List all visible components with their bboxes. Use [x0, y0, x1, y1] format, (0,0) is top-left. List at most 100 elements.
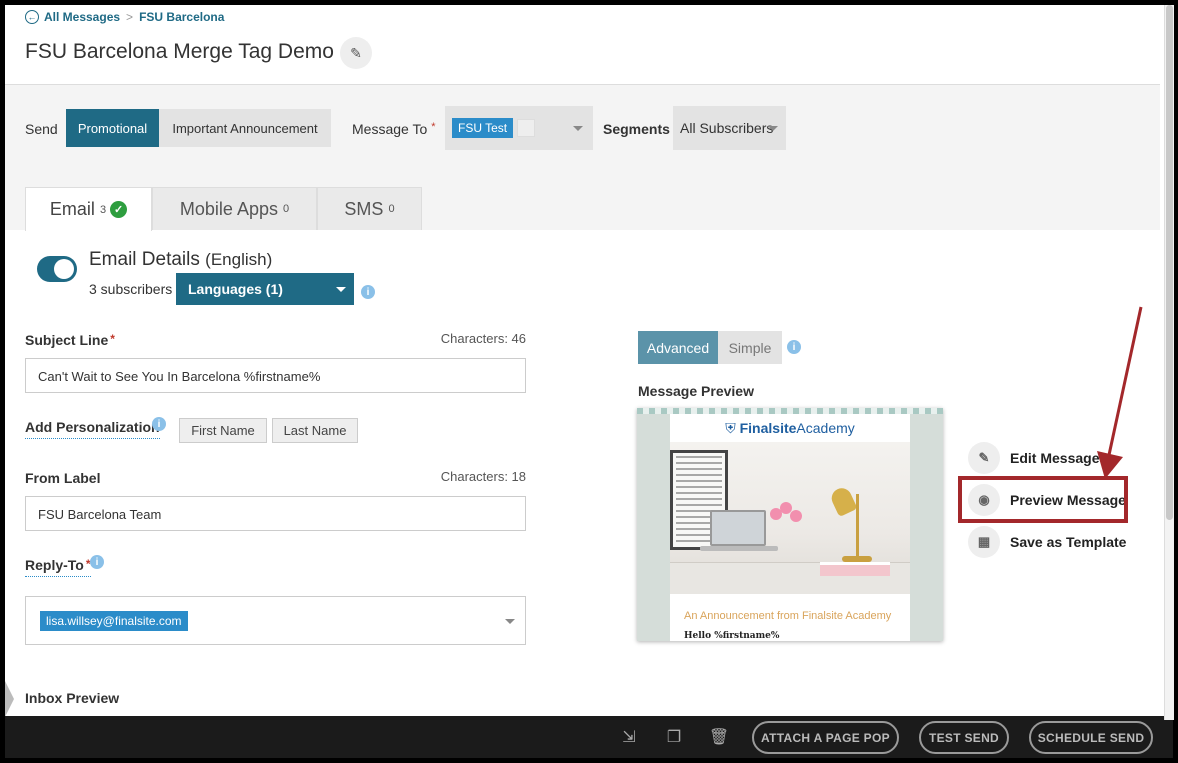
trash-icon[interactable]: 🗑 — [708, 726, 730, 748]
books-image — [820, 562, 890, 576]
flower — [790, 510, 802, 522]
breadcrumb-separator: > — [126, 10, 134, 24]
preview-email-body: ⛨ FinalsiteAcademy An Announcement from … — [670, 414, 910, 641]
page-title: FSU Barcelona Merge Tag Demo — [25, 40, 334, 63]
first-name-button[interactable]: First Name — [179, 418, 267, 443]
chevron-down-icon[interactable] — [768, 126, 778, 131]
message-preview-card[interactable]: ⛨ FinalsiteAcademy An Announcement from … — [637, 408, 943, 641]
tab-email-label: Email — [49, 199, 95, 219]
breadcrumb: ← All Messages > FSU Barcelona — [25, 10, 224, 24]
save-as-template-button[interactable]: ▦ Save as Template — [968, 526, 1126, 558]
required-mark: * — [110, 332, 115, 346]
tab-mobile-apps[interactable]: Mobile Apps 0 — [152, 187, 317, 230]
important-announcement-button[interactable]: Important Announcement — [159, 109, 331, 147]
edit-message-button[interactable]: ✎ Edit Message — [968, 442, 1099, 474]
lamp-arm-image — [856, 494, 859, 560]
languages-select-value: Languages (1) — [188, 281, 283, 297]
send-label: Send — [25, 121, 58, 137]
advanced-toggle-button[interactable]: Advanced — [638, 331, 718, 364]
tab-sms-count: 0 — [388, 203, 395, 215]
attach-page-pop-button[interactable]: ATTACH A PAGE POP — [752, 721, 899, 754]
recipient-chip[interactable]: FSU Test — [452, 118, 514, 138]
test-send-button[interactable]: TEST SEND — [919, 721, 1009, 754]
collapse-arrow-icon[interactable] — [5, 681, 14, 717]
message-to-select[interactable]: FSU Test — [445, 106, 593, 150]
resize-icon[interactable]: ⇲ — [618, 726, 640, 748]
shield-icon: ⛨ — [725, 420, 740, 436]
tab-mobile-count: 0 — [282, 203, 290, 215]
laptop-image — [710, 510, 766, 546]
recipient-input-box[interactable] — [517, 119, 535, 137]
schedule-send-button[interactable]: SCHEDULE SEND — [1029, 721, 1153, 754]
info-icon[interactable]: i — [787, 340, 801, 354]
edit-title-button[interactable]: ✎ — [340, 37, 372, 69]
info-icon[interactable]: i — [361, 285, 375, 299]
bottom-action-bar: ⇲ ❐ 🗑 ATTACH A PAGE POP TEST SEND SCHEDU… — [5, 716, 1173, 758]
message-preview-label: Message Preview — [638, 383, 754, 399]
breadcrumb-current[interactable]: FSU Barcelona — [139, 10, 224, 24]
from-char-count: Characters: 18 — [440, 469, 526, 484]
save-as-template-label: Save as Template — [1010, 534, 1127, 550]
last-name-button[interactable]: Last Name — [272, 418, 358, 443]
email-details-toggle[interactable] — [37, 256, 77, 282]
reply-to-label-text: Reply-To — [25, 557, 84, 573]
reply-to-text: Reply-To * — [25, 557, 91, 577]
subject-char-count: Characters: 46 — [440, 331, 526, 346]
pencil-icon: ✎ — [350, 44, 362, 61]
subject-line-input[interactable]: Can't Wait to See You In Barcelona %firs… — [25, 358, 526, 393]
subject-line-label: Subject Line * — [25, 332, 115, 348]
chevron-down-icon[interactable] — [505, 619, 515, 624]
email-details-heading: Email Details — [89, 249, 200, 270]
from-label-input[interactable]: FSU Barcelona Team — [25, 496, 526, 531]
check-circle-icon: ✓ — [110, 201, 128, 218]
toggle-knob — [54, 259, 74, 279]
annotation-arrow-icon — [1097, 306, 1143, 479]
breadcrumb-all-messages-link[interactable]: All Messages — [44, 10, 120, 24]
back-arrow-icon[interactable]: ← — [25, 10, 39, 24]
laptop-base-image — [700, 546, 778, 551]
scrollbar-thumb[interactable] — [1166, 5, 1173, 520]
subscriber-count: 3 subscribers — [89, 281, 173, 297]
app-frame: ← All Messages > FSU Barcelona FSU Barce… — [5, 5, 1173, 758]
tab-sms-label: SMS — [344, 198, 384, 219]
inbox-preview-section[interactable]: Inbox Preview — [25, 690, 119, 706]
segments-label: Segments — [603, 121, 670, 137]
preview-hero-image — [670, 442, 910, 594]
logo-light-text: Academy — [796, 420, 855, 436]
required-mark: * — [431, 121, 436, 133]
lamp-shade-image — [828, 484, 858, 518]
preview-announcement: An Announcement from Finalsite Academy — [684, 610, 892, 622]
tab-email-count: 3 — [99, 203, 107, 216]
finalsite-academy-logo: ⛨ FinalsiteAcademy — [670, 420, 910, 437]
logo-bold-text: Finalsite — [739, 420, 797, 436]
from-label-label: From Label — [25, 470, 101, 486]
promotional-button[interactable]: Promotional — [66, 109, 159, 147]
segments-select[interactable]: All Subscribers — [673, 106, 786, 150]
add-personalization-label: Add Personalization — [25, 419, 160, 439]
reply-to-select[interactable]: lisa.willsey@finalsite.com — [25, 596, 526, 645]
subject-line-text: Subject Line — [25, 332, 109, 348]
pencil-icon: ✎ — [968, 442, 1000, 474]
reply-to-email-chip[interactable]: lisa.willsey@finalsite.com — [40, 611, 188, 631]
tab-email[interactable]: Email 3 ✓ — [25, 187, 152, 231]
tab-mobile-label: Mobile Apps — [179, 198, 278, 219]
info-icon[interactable]: i — [90, 555, 104, 569]
email-details-title: Email Details (English) — [89, 249, 272, 271]
vertical-scrollbar[interactable] — [1164, 5, 1174, 720]
segments-value: All Subscribers — [680, 120, 774, 136]
preview-greeting: Hello %firstname% — [684, 631, 780, 641]
copy-icon[interactable]: ❐ — [663, 726, 685, 748]
flowers-image — [770, 502, 804, 528]
languages-select[interactable]: Languages (1) — [176, 273, 354, 305]
add-personalization-text: Add Personalization — [25, 419, 160, 439]
message-to-text: Message To — [352, 121, 428, 137]
simple-toggle-button[interactable]: Simple — [718, 331, 782, 364]
chevron-down-icon — [336, 287, 346, 292]
email-details-language: (English) — [205, 250, 273, 269]
message-to-label: Message To * — [352, 121, 436, 137]
info-icon[interactable]: i — [152, 417, 166, 431]
tab-sms[interactable]: SMS 0 — [317, 187, 422, 230]
reply-to-label: Reply-To * — [25, 557, 91, 577]
chevron-down-icon[interactable] — [573, 126, 583, 131]
preview-highlight-annotation — [958, 476, 1128, 523]
